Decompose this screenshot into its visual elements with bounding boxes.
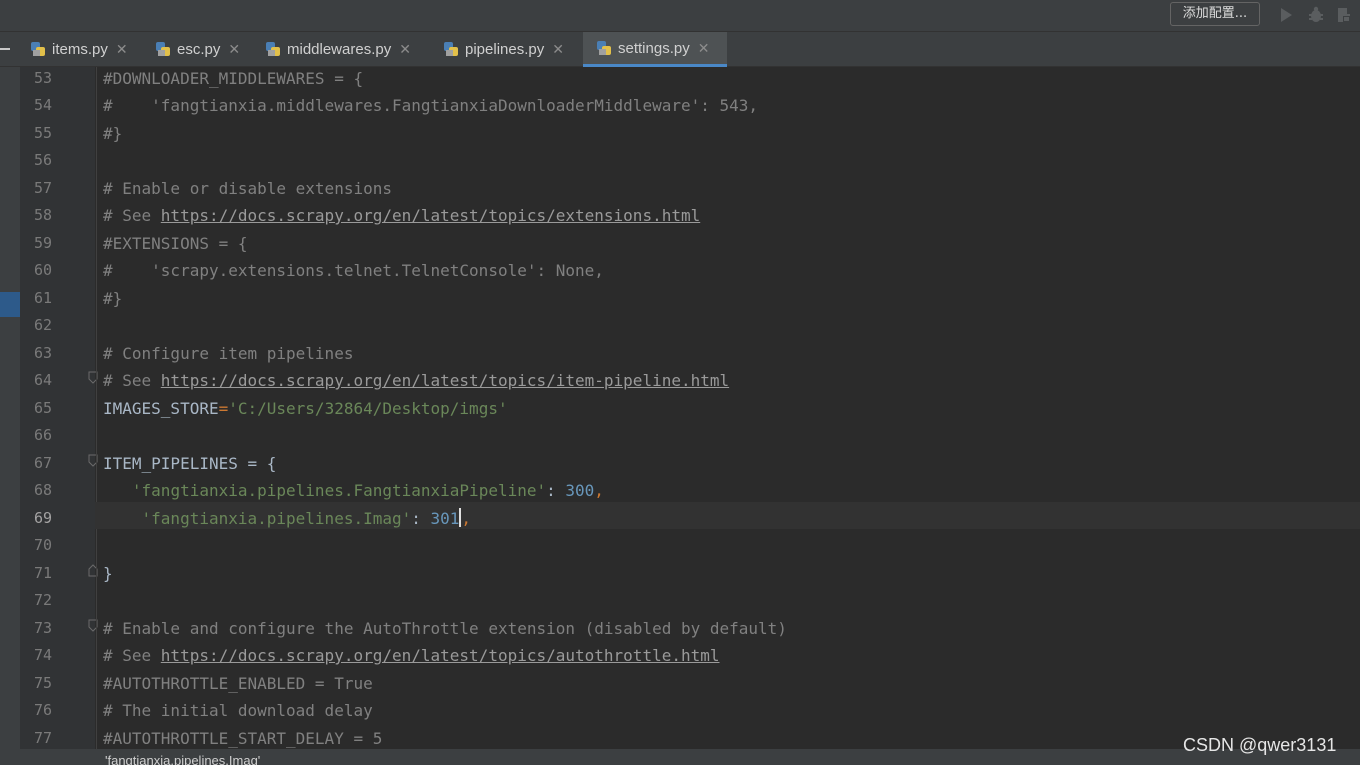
close-icon[interactable]: ✕ [552, 41, 564, 58]
tab-esc-py[interactable]: esc.py ✕ [155, 32, 240, 66]
line-number: 62 [33, 316, 52, 334]
code-line: # 'fangtianxia.middlewares.FangtianxiaDo… [103, 96, 759, 115]
close-icon[interactable]: ✕ [698, 40, 710, 57]
breadcrumb-bar: 'fangtianxia.pipelines.Imag' [0, 749, 1360, 765]
code-line: #DOWNLOADER_MIDDLEWARES = { [103, 69, 364, 88]
code-line: #AUTOTHROTTLE_START_DELAY = 5 [103, 729, 383, 748]
line-number: 59 [33, 234, 52, 252]
left-tool-strip [0, 67, 20, 765]
line-number: 58 [33, 206, 52, 224]
code-line-url: # See https://docs.scrapy.org/en/latest/… [103, 202, 700, 229]
line-number: 70 [33, 536, 52, 554]
tab-pipelines-py[interactable]: pipelines.py ✕ [443, 32, 564, 66]
line-number-gutter: 53 54 55 56 57 58 59 60 61 62 63 64 65 6… [20, 67, 95, 765]
code-line: #EXTENSIONS = { [103, 234, 248, 253]
code-line: # The initial download delay [103, 701, 373, 720]
editor-tab-bar: items.py ✕ esc.py ✕ middlewares.py ✕ pip… [0, 31, 1360, 67]
python-file-icon [155, 41, 171, 57]
code-line-images-store: IMAGES_STORE='C:/Users/32864/Desktop/img… [103, 399, 508, 418]
comment-prefix: # See [103, 371, 161, 390]
watermark: CSDN @qwer3131 [1183, 735, 1337, 755]
tab-settings-py[interactable]: settings.py ✕ [583, 32, 727, 67]
docs-link[interactable]: https://docs.scrapy.org/en/latest/topics… [161, 646, 720, 665]
close-icon[interactable]: ✕ [228, 41, 240, 58]
add-configuration-button[interactable]: 添加配置... [1170, 2, 1260, 26]
top-toolbar: 添加配置... [0, 0, 1360, 31]
line-number: 68 [33, 481, 52, 499]
comment-prefix: # See [103, 646, 161, 665]
line-number: 72 [33, 591, 52, 609]
line-number: 61 [33, 289, 52, 307]
docs-link[interactable]: https://docs.scrapy.org/en/latest/topics… [161, 371, 729, 390]
line-number: 53 [33, 69, 52, 87]
line-number: 64 [33, 371, 52, 389]
line-number: 65 [33, 399, 52, 417]
docs-link[interactable]: https://docs.scrapy.org/en/latest/topics… [161, 206, 700, 225]
tool-strip-marker[interactable] [0, 292, 20, 317]
run-icon[interactable] [1275, 4, 1297, 26]
python-file-icon [30, 41, 46, 57]
tab-label: pipelines.py [465, 40, 545, 58]
tab-label: middlewares.py [287, 40, 392, 58]
line-number: 66 [33, 426, 52, 444]
code-editor[interactable]: #DOWNLOADER_MIDDLEWARES = { # 'fangtianx… [95, 67, 1360, 757]
code-line: #} [103, 124, 123, 143]
tab-label: settings.py [618, 39, 690, 57]
line-number: 77 [33, 729, 52, 747]
coverage-icon[interactable] [1333, 4, 1355, 26]
line-number: 63 [33, 344, 52, 362]
code-line-pipeline: 'fangtianxia.pipelines.FangtianxiaPipeli… [131, 481, 604, 500]
code-line-current: 'fangtianxia.pipelines.Imag': 301, [141, 508, 472, 528]
line-number: 73 [33, 619, 52, 637]
code-line-url: # See https://docs.scrapy.org/en/latest/… [103, 367, 729, 394]
code-line: ITEM_PIPELINES = { [103, 454, 277, 473]
breadcrumb-text[interactable]: 'fangtianxia.pipelines.Imag' [105, 753, 260, 765]
line-number: 71 [33, 564, 52, 582]
code-line-url: # See https://docs.scrapy.org/en/latest/… [103, 642, 720, 669]
line-number: 67 [33, 454, 52, 472]
comment-prefix: # See [103, 206, 161, 225]
python-file-icon [265, 41, 281, 57]
line-number: 56 [33, 151, 52, 169]
debug-icon[interactable] [1305, 4, 1327, 26]
tab-label: items.py [52, 40, 108, 58]
code-line: # Enable or disable extensions [103, 179, 392, 198]
code-line: } [103, 564, 113, 583]
current-line-number: 69 [33, 509, 52, 527]
close-icon[interactable]: ✕ [399, 41, 411, 58]
line-number: 55 [33, 124, 52, 142]
line-number: 57 [33, 179, 52, 197]
tab-middlewares-py[interactable]: middlewares.py ✕ [265, 32, 411, 66]
python-file-icon [443, 41, 459, 57]
line-number: 76 [33, 701, 52, 719]
line-number: 60 [33, 261, 52, 279]
close-icon[interactable]: ✕ [116, 41, 128, 58]
tab-label: esc.py [177, 40, 221, 58]
code-line: #AUTOTHROTTLE_ENABLED = True [103, 674, 373, 693]
tab-items-py[interactable]: items.py ✕ [30, 32, 128, 66]
line-number: 74 [33, 646, 52, 664]
line-number: 75 [33, 674, 52, 692]
python-file-icon [596, 40, 612, 56]
code-line: # Enable and configure the AutoThrottle … [103, 619, 787, 638]
line-number: 54 [33, 96, 52, 114]
code-line: # Configure item pipelines [103, 344, 354, 363]
code-line: # 'scrapy.extensions.telnet.TelnetConsol… [103, 261, 604, 280]
collapse-dash-icon[interactable] [0, 48, 10, 50]
code-line: #} [103, 289, 123, 308]
